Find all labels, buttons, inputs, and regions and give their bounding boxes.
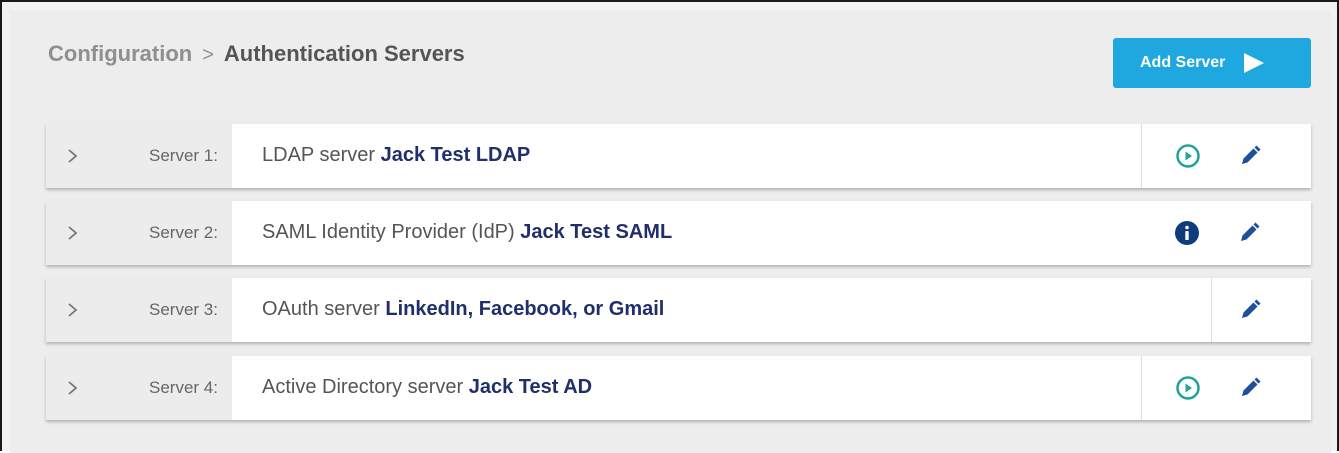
add-server-button[interactable]: Add Server: [1113, 38, 1311, 88]
server-row-header: Server 3:: [46, 278, 232, 342]
chevron-right-icon[interactable]: [66, 376, 80, 400]
server-row-2[interactable]: Server 2: SAML Identity Provider (IdP) J…: [46, 201, 1311, 265]
info-circle-icon[interactable]: [1171, 217, 1203, 249]
server-row-header: Server 1:: [46, 124, 232, 188]
server-label: Server 2:: [149, 223, 218, 242]
breadcrumb-parent[interactable]: Configuration: [48, 41, 192, 66]
server-type: OAuth server: [262, 298, 380, 320]
server-row-3[interactable]: Server 3: OAuth server LinkedIn, Faceboo…: [46, 278, 1311, 342]
add-server-label: Add Server: [1140, 54, 1226, 71]
play-circle-icon[interactable]: [1172, 372, 1204, 404]
server-description: LDAP server Jack Test LDAP: [262, 144, 530, 167]
server-name: Jack Test AD: [468, 376, 593, 398]
play-circle-icon[interactable]: [1172, 140, 1204, 172]
server-description: OAuth server LinkedIn, Facebook, or Gmai…: [262, 298, 664, 321]
server-row-1[interactable]: Server 1: LDAP server Jack Test LDAP: [46, 124, 1311, 188]
edit-pencil-icon[interactable]: [1234, 372, 1266, 404]
page-title: Authentication Servers: [223, 41, 465, 66]
edit-pencil-icon[interactable]: [1234, 140, 1266, 172]
server-label: Server 1:: [149, 146, 218, 165]
row-actions: [1141, 356, 1311, 420]
chevron-right-icon[interactable]: [66, 298, 80, 322]
chevron-right-icon[interactable]: [66, 144, 80, 168]
chevron-right-icon[interactable]: [66, 221, 80, 245]
server-type: Active Directory server: [262, 376, 464, 398]
server-type: LDAP server: [262, 144, 376, 166]
server-description: SAML Identity Provider (IdP) Jack Test S…: [262, 221, 672, 244]
app-frame: Configuration > Authentication Servers Add…: [0, 0, 1339, 453]
row-actions: [1211, 278, 1311, 342]
server-row-4[interactable]: Server 4: Active Directory server Jack T…: [46, 356, 1311, 420]
server-name: Jack Test LDAP: [380, 144, 531, 166]
server-description: Active Directory server Jack Test AD: [262, 376, 592, 399]
edit-pencil-icon[interactable]: [1234, 294, 1266, 326]
play-arrow-icon: [1244, 53, 1265, 73]
row-actions: [1141, 201, 1311, 265]
server-label: Server 4:: [149, 378, 218, 397]
breadcrumb-separator: >: [202, 44, 214, 66]
server-name: Jack Test SAML: [520, 221, 673, 243]
breadcrumb: Configuration > Authentication Servers: [48, 40, 465, 69]
server-row-header: Server 2:: [46, 201, 232, 265]
row-actions: [1141, 124, 1311, 188]
server-row-header: Server 4:: [46, 356, 232, 420]
edit-pencil-icon[interactable]: [1233, 217, 1265, 249]
server-name: LinkedIn, Facebook, or Gmail: [385, 298, 665, 320]
server-label: Server 3:: [149, 300, 218, 319]
server-type: SAML Identity Provider (IdP): [262, 221, 515, 243]
